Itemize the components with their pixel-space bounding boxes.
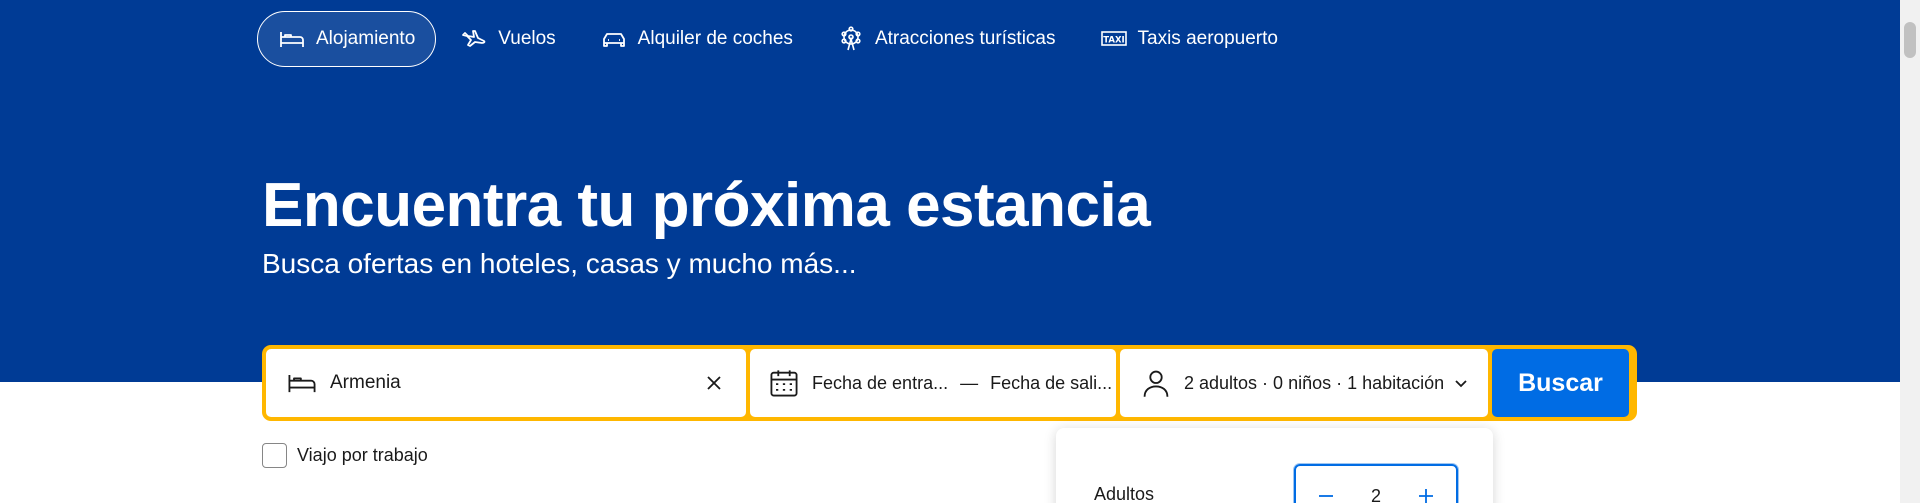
- car-icon: [602, 33, 625, 47]
- increase-adults-button[interactable]: [1412, 482, 1440, 503]
- checkbox-box[interactable]: [262, 443, 287, 468]
- decrease-adults-button[interactable]: [1312, 482, 1340, 503]
- adults-label: Adultos: [1094, 484, 1155, 503]
- search-button[interactable]: Buscar: [1492, 349, 1629, 417]
- minus-icon: [1319, 495, 1333, 497]
- nav-item-label: Taxis aeropuerto: [1137, 28, 1278, 49]
- nav-item-alquiler-coches[interactable]: Alquiler de coches: [580, 11, 813, 67]
- person-icon: [1143, 370, 1169, 397]
- checkin-date[interactable]: Fecha de entra...: [812, 373, 948, 394]
- nav-item-vuelos[interactable]: Vuelos: [440, 11, 575, 67]
- plane-icon: [462, 30, 486, 47]
- chevron-down-icon: [1455, 380, 1467, 388]
- page-scrollbar[interactable]: [1900, 0, 1920, 503]
- page-subtitle: Busca ofertas en hoteles, casas y mucho …: [262, 248, 857, 279]
- date-separator: —: [960, 372, 979, 393]
- plus-icon: [1418, 489, 1433, 503]
- work-trip-label: Viajo por trabajo: [297, 445, 428, 465]
- nav-item-label: Atracciones turísticas: [874, 28, 1056, 49]
- nav-item-atracciones[interactable]: Atracciones turísticas: [817, 11, 1076, 67]
- calendar-icon: [770, 370, 798, 397]
- dates-field[interactable]: Fecha de entra... — Fecha de sali...: [750, 349, 1116, 417]
- nav-item-label: Alojamiento: [316, 28, 416, 49]
- nav-item-taxis[interactable]: TAXI Taxis aeropuerto: [1080, 11, 1298, 67]
- adults-count: 2: [1370, 485, 1381, 503]
- bed-icon: [288, 375, 316, 393]
- taxi-icon: TAXI: [1100, 31, 1127, 46]
- clear-destination-button[interactable]: [700, 369, 728, 397]
- nav-item-label: Alquiler de coches: [637, 28, 793, 49]
- destination-field[interactable]: Armenia: [266, 349, 746, 417]
- nav-item-label: Vuelos: [498, 28, 556, 49]
- nav-item-alojamiento[interactable]: Alojamiento: [257, 11, 437, 67]
- destination-input[interactable]: Armenia: [330, 372, 700, 394]
- guests-field[interactable]: 2 adultos · 0 niños · 1 habitación: [1120, 349, 1488, 417]
- search-form: Armenia Fecha de entra... — Fecha de sal…: [262, 345, 1637, 421]
- checkout-date[interactable]: Fecha de sali...: [990, 373, 1112, 394]
- bed-icon: [280, 32, 304, 47]
- guests-popup: Adultos 2: [1056, 428, 1493, 503]
- guests-summary: 2 adultos · 0 niños · 1 habitación: [1184, 372, 1445, 393]
- adults-stepper: 2: [1294, 464, 1458, 503]
- product-nav: Alojamiento Vuelos Alquiler de coches At…: [257, 11, 1302, 67]
- svg-text:TAXI: TAXI: [1103, 36, 1124, 46]
- work-trip-checkbox[interactable]: Viajo por trabajo: [262, 443, 428, 468]
- close-icon: [707, 376, 721, 390]
- scrollbar-thumb[interactable]: [1904, 22, 1916, 58]
- page-title: Encuentra tu próxima estancia: [262, 171, 1151, 240]
- ferris-wheel-icon: [841, 26, 861, 51]
